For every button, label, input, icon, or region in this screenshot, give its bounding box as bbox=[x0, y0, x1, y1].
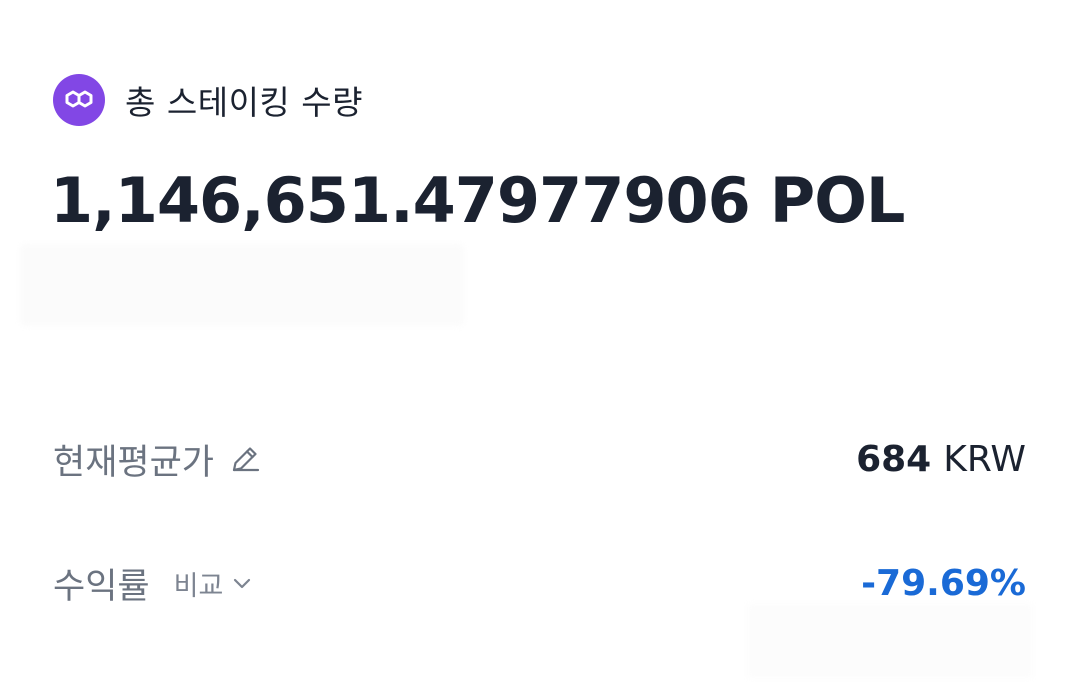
average-price-row: 현재평균가 684 KRW bbox=[53, 432, 1026, 486]
staking-amount-value: 1,146,651.47977906 bbox=[50, 164, 751, 237]
average-price-label-group: 현재평균가 bbox=[53, 434, 262, 485]
page-title: 총 스테이킹 수량 bbox=[125, 83, 363, 122]
return-rate-label: 수익률 bbox=[53, 566, 150, 607]
average-price-value-group: 684 KRW bbox=[856, 439, 1026, 480]
pencil-icon[interactable] bbox=[228, 442, 262, 476]
return-rate-row: 수익률 비교 -79.69% bbox=[53, 556, 1026, 610]
average-price-value: 684 bbox=[856, 438, 932, 480]
average-price-unit: KRW bbox=[943, 438, 1026, 480]
compare-label: 비교 bbox=[173, 570, 224, 602]
return-rate-label-group: 수익률 비교 bbox=[53, 558, 253, 609]
chevron-down-icon bbox=[231, 572, 253, 594]
redacted-area bbox=[20, 244, 464, 326]
average-price-label: 현재평균가 bbox=[53, 442, 215, 483]
staking-header: 총 스테이킹 수량 bbox=[53, 74, 363, 126]
redacted-area-bottom bbox=[748, 604, 1032, 678]
total-staking-amount: 1,146,651.47977906 POL bbox=[50, 164, 906, 237]
compare-dropdown-button[interactable]: 비교 bbox=[174, 564, 254, 603]
staking-amount-unit: POL bbox=[769, 164, 906, 237]
staking-summary-screen: 총 스테이킹 수량 1,146,651.47977906 POL 현재평균가 6… bbox=[0, 0, 1078, 682]
return-rate-value: -79.69% bbox=[861, 562, 1026, 604]
polygon-logo-icon bbox=[53, 74, 105, 126]
